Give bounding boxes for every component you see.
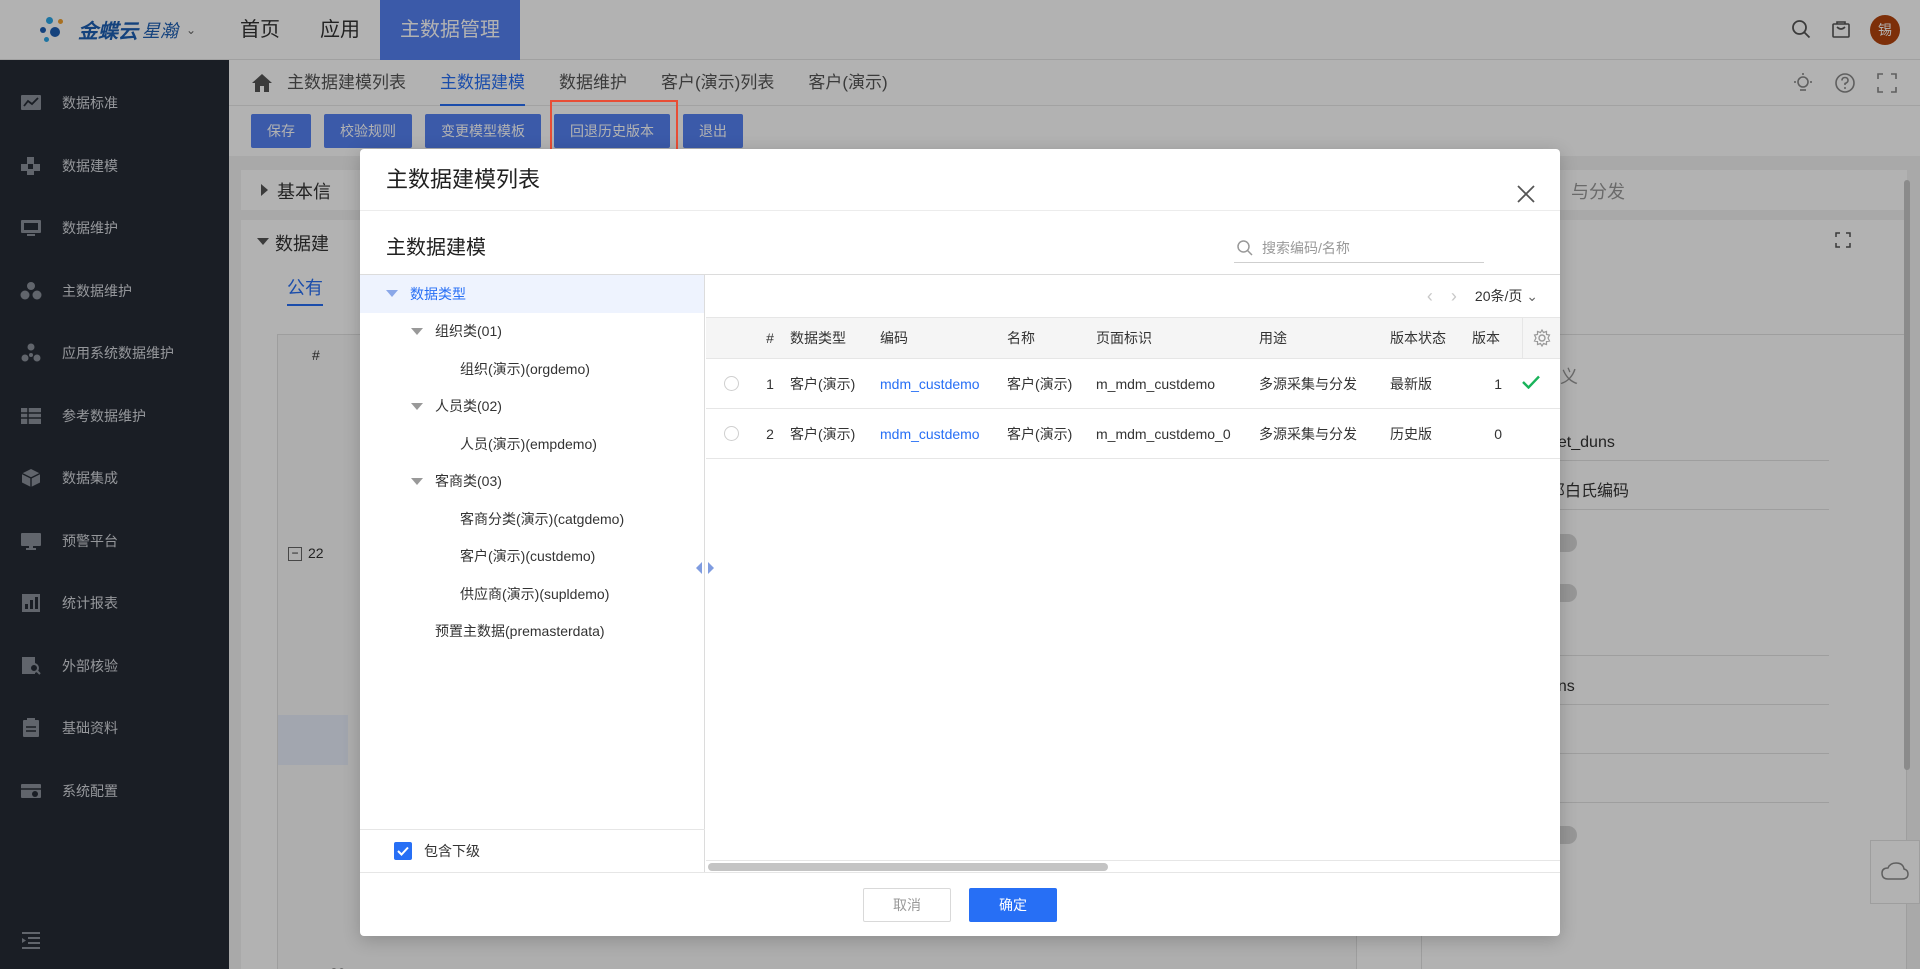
tree-node-label: 预置主数据(premasterdata)	[435, 623, 605, 640]
tree-node-leaf[interactable]: 供应商(演示)(supldemo)	[360, 575, 704, 613]
tree-node-label: 客商类(03)	[435, 473, 502, 490]
page-size-select[interactable]: 20条/页 ⌄	[1475, 286, 1538, 306]
cell-page-id: m_mdm_custdemo	[1096, 375, 1216, 392]
tree-node-label: 客户(演示)(custdemo)	[460, 548, 596, 565]
tree-node-label: 数据类型	[410, 285, 466, 302]
cell-page-id: m_mdm_custdemo_0	[1096, 425, 1231, 442]
chevron-down-icon: ⌄	[1526, 288, 1538, 304]
dialog-subheader: 主数据建模	[360, 211, 1560, 275]
include-children-label: 包含下级	[424, 843, 480, 859]
tree-node-group[interactable]: 组织类(01)	[360, 313, 704, 351]
column-header[interactable]: 名称	[1001, 328, 1090, 348]
row-radio[interactable]	[706, 426, 756, 441]
include-children-option: 包含下级	[360, 829, 705, 872]
cell-code-link[interactable]: mdm_custdemo	[874, 426, 1001, 442]
tree-node-label: 组织(演示)(orgdemo)	[460, 360, 590, 377]
column-header[interactable]: 编码	[874, 328, 1001, 348]
caret-down-icon[interactable]	[411, 402, 423, 410]
cell-version: 1	[1494, 375, 1502, 392]
cell-name: 客户(演示)	[1007, 425, 1073, 442]
page-size-value: 20条/页	[1474, 288, 1523, 304]
dialog-title: 主数据建模列表	[360, 149, 1560, 211]
cell-state: 历史版	[1390, 425, 1432, 442]
dialog-title-text: 主数据建模列表	[386, 167, 541, 192]
caret-down-icon[interactable]	[411, 327, 423, 335]
search-icon[interactable]	[1236, 239, 1254, 257]
column-header[interactable]: 数据类型	[784, 328, 874, 348]
type-tree: 数据类型 组织类(01) 组织(演示)(orgdemo) 人员类(02) 人员(…	[360, 275, 705, 872]
dialog-footer: 取消 确定	[360, 872, 1560, 936]
cell-version: 0	[1494, 425, 1502, 442]
table-row[interactable]: 1 客户(演示) mdm_custdemo 客户(演示) m_mdm_custd…	[706, 359, 1560, 409]
model-list-dialog: 主数据建模列表 主数据建模 数据类型 组织类(01) 组织(演示)(orgdem…	[360, 149, 1560, 936]
cell-code-link[interactable]: mdm_custdemo	[874, 376, 1001, 392]
table-header: # 数据类型 编码 名称 页面标识 用途 版本状态 版本 龙	[706, 317, 1560, 359]
tree-node-leaf[interactable]: 组织(演示)(orgdemo)	[360, 350, 704, 388]
column-header[interactable]: 用途	[1253, 328, 1384, 348]
cell-type: 客户(演示)	[790, 375, 856, 392]
caret-down-icon[interactable]	[411, 477, 423, 485]
dialog-subtitle: 主数据建模	[386, 237, 486, 259]
tree-node-leaf[interactable]: 预置主数据(premasterdata)	[360, 613, 704, 651]
table-row[interactable]: 2 客户(演示) mdm_custdemo 客户(演示) m_mdm_custd…	[706, 409, 1560, 459]
search-input[interactable]	[1262, 239, 1472, 256]
row-radio[interactable]	[706, 376, 756, 391]
cell-type: 客户(演示)	[790, 425, 856, 442]
tree-node-label: 人员(演示)(empdemo)	[460, 435, 597, 452]
next-page-icon[interactable]: ›	[1451, 286, 1457, 307]
horizontal-scrollbar[interactable]	[706, 860, 1560, 872]
close-icon[interactable]	[1514, 168, 1538, 203]
cell-state: 最新版	[1390, 375, 1432, 392]
cell-name: 客户(演示)	[1007, 375, 1073, 392]
scrollbar-thumb[interactable]	[708, 863, 1108, 871]
include-children-checkbox[interactable]	[394, 842, 412, 860]
tree-node-label: 组织类(01)	[435, 323, 502, 340]
caret-down-icon[interactable]	[386, 290, 398, 298]
check-icon	[1512, 375, 1552, 392]
column-header[interactable]: 版本	[1466, 328, 1512, 348]
column-header[interactable]: #	[756, 330, 784, 346]
cell-num: 2	[766, 425, 774, 442]
tree-node-group[interactable]: 人员类(02)	[360, 388, 704, 426]
tree-node-label: 人员类(02)	[435, 398, 502, 415]
tree-node-label: 客商分类(演示)(catgdemo)	[460, 510, 625, 527]
confirm-button[interactable]: 确定	[969, 887, 1057, 922]
prev-page-icon[interactable]: ‹	[1427, 286, 1433, 307]
column-header[interactable]: 页面标识	[1090, 328, 1253, 348]
search-box	[1234, 233, 1484, 263]
gear-icon[interactable]	[1522, 318, 1560, 358]
cancel-button[interactable]: 取消	[863, 887, 951, 922]
tree-node-label: 供应商(演示)(supldemo)	[460, 585, 610, 602]
cell-use: 多源采集与分发	[1259, 425, 1357, 442]
column-header[interactable]: 版本状态	[1384, 328, 1466, 348]
tree-node-leaf[interactable]: 客商分类(演示)(catgdemo)	[360, 500, 704, 538]
model-grid: ‹ › 20条/页 ⌄ # 数据类型 编码 名称 页面标识 用途 版本状态 版本…	[706, 275, 1560, 872]
cell-num: 1	[766, 375, 774, 392]
tree-node-leaf[interactable]: 人员(演示)(empdemo)	[360, 425, 704, 463]
arrow-left-icon[interactable]	[696, 562, 702, 574]
tree-node-group[interactable]: 客商类(03)	[360, 463, 704, 501]
pager: ‹ › 20条/页 ⌄	[706, 275, 1560, 317]
cell-use: 多源采集与分发	[1259, 375, 1357, 392]
tree-node-leaf[interactable]: 客户(演示)(custdemo)	[360, 538, 704, 576]
tree-node-root[interactable]: 数据类型	[360, 275, 704, 313]
